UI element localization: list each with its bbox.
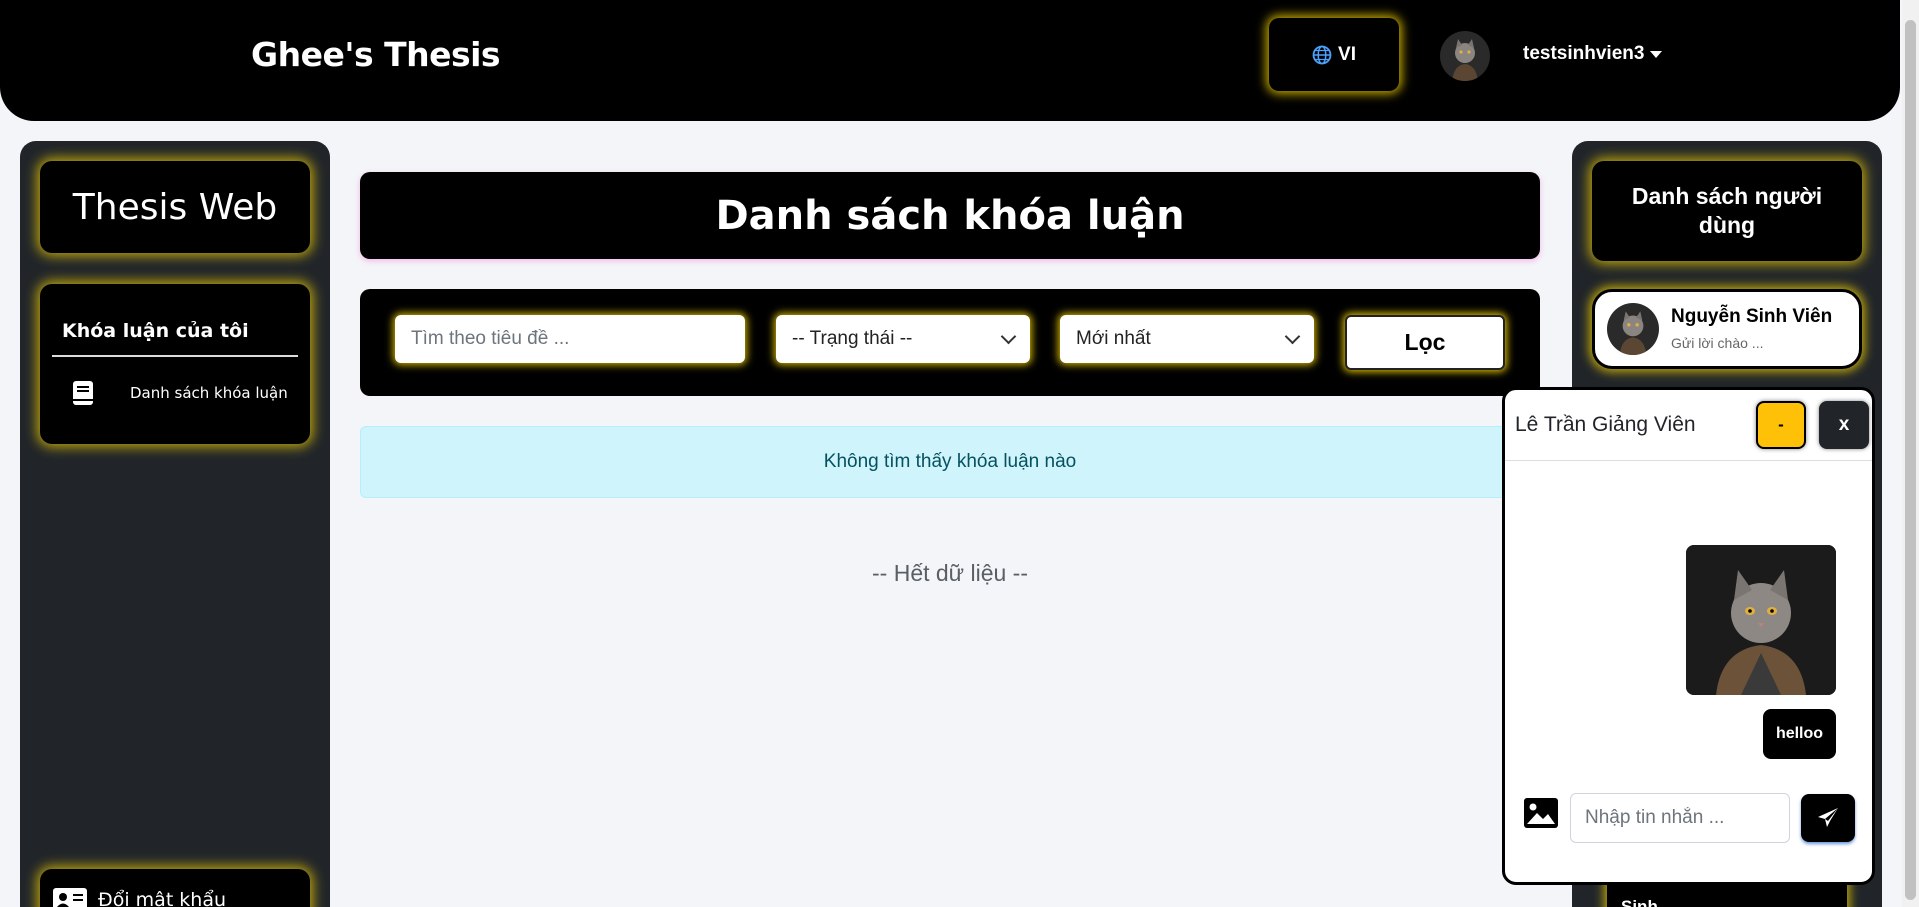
avatar (1607, 303, 1659, 355)
change-password-label: Đổi mật khẩu (98, 889, 227, 907)
page-title: Danh sách khóa luận (360, 172, 1540, 259)
chat-image-message[interactable] (1686, 545, 1836, 695)
sort-select[interactable]: Mới nhất (1060, 315, 1314, 363)
globe-icon (1312, 45, 1332, 64)
sidebar-item-thesis-list[interactable]: Danh sách khóa luận (72, 380, 288, 406)
top-navbar: Ghee's Thesis VI testsinhvien3 (0, 0, 1900, 121)
close-button[interactable]: x (1819, 401, 1869, 449)
filter-bar: -- Trạng thái -- Mới nhất Lọc (360, 289, 1540, 396)
user-list-item[interactable]: Nguyễn Sinh Viên Gửi lời chào ... (1592, 289, 1862, 369)
chat-message-bubble: helloo (1763, 709, 1836, 759)
chat-header: Lê Trần Giảng Viên - x (1505, 390, 1872, 461)
left-sidebar: Thesis Web Khóa luận của tôi Danh sách k… (20, 141, 330, 907)
end-of-data-label: -- Hết dữ liệu -- (872, 560, 1028, 586)
user-last-message: Gửi lời chào ... (1671, 335, 1764, 351)
cat-avatar-image (1440, 31, 1490, 81)
brand-title[interactable]: Ghee's Thesis (251, 35, 501, 74)
chat-window: Lê Trần Giảng Viên - x helloo (1502, 387, 1875, 885)
book-icon (73, 381, 93, 405)
language-label: VI (1338, 43, 1356, 65)
scrollbar-thumb[interactable] (1905, 20, 1916, 900)
minimize-button[interactable]: - (1756, 401, 1806, 449)
filter-button[interactable]: Lọc (1345, 315, 1505, 370)
chevron-down-icon (1000, 328, 1017, 344)
sort-select-value: Mới nhất (1076, 328, 1151, 349)
message-input[interactable] (1585, 807, 1775, 829)
status-select[interactable]: -- Trạng thái -- (776, 315, 1030, 363)
send-button[interactable] (1801, 794, 1855, 842)
sidebar-title: Thesis Web (40, 161, 310, 253)
chat-partner-name: Lê Trần Giảng Viên (1515, 413, 1696, 436)
avatar[interactable] (1440, 31, 1490, 81)
status-select-value: -- Trạng thái -- (792, 328, 913, 349)
chevron-down-icon (1284, 328, 1301, 344)
cat-avatar-image (1686, 545, 1836, 695)
user-name: Nguyễn Sinh Viên (1671, 306, 1833, 327)
caret-down-icon (1650, 50, 1663, 58)
language-button[interactable]: VI (1269, 18, 1399, 91)
divider (52, 355, 298, 357)
image-icon[interactable] (1523, 797, 1559, 829)
users-list-title: Danh sách người dùng (1592, 161, 1862, 261)
user-menu-toggle[interactable]: testsinhvien3 (1523, 43, 1663, 65)
sidebar-item-label: Danh sách khóa luận (130, 384, 288, 402)
search-input[interactable] (411, 328, 729, 350)
paper-plane-icon (1818, 808, 1838, 827)
sidebar-menu: Khóa luận của tôi Danh sách khóa luận (40, 284, 310, 444)
empty-alert: Không tìm thấy khóa luận nào (360, 426, 1540, 498)
sidebar-item-change-password[interactable]: Đổi mật khẩu (40, 869, 310, 907)
message-field[interactable] (1570, 793, 1790, 843)
cat-avatar-image (1607, 303, 1659, 355)
id-card-icon (53, 888, 87, 907)
username: testsinhvien3 (1523, 43, 1645, 64)
sidebar-section-heading: Khóa luận của tôi (62, 320, 249, 342)
search-field[interactable] (395, 315, 745, 363)
